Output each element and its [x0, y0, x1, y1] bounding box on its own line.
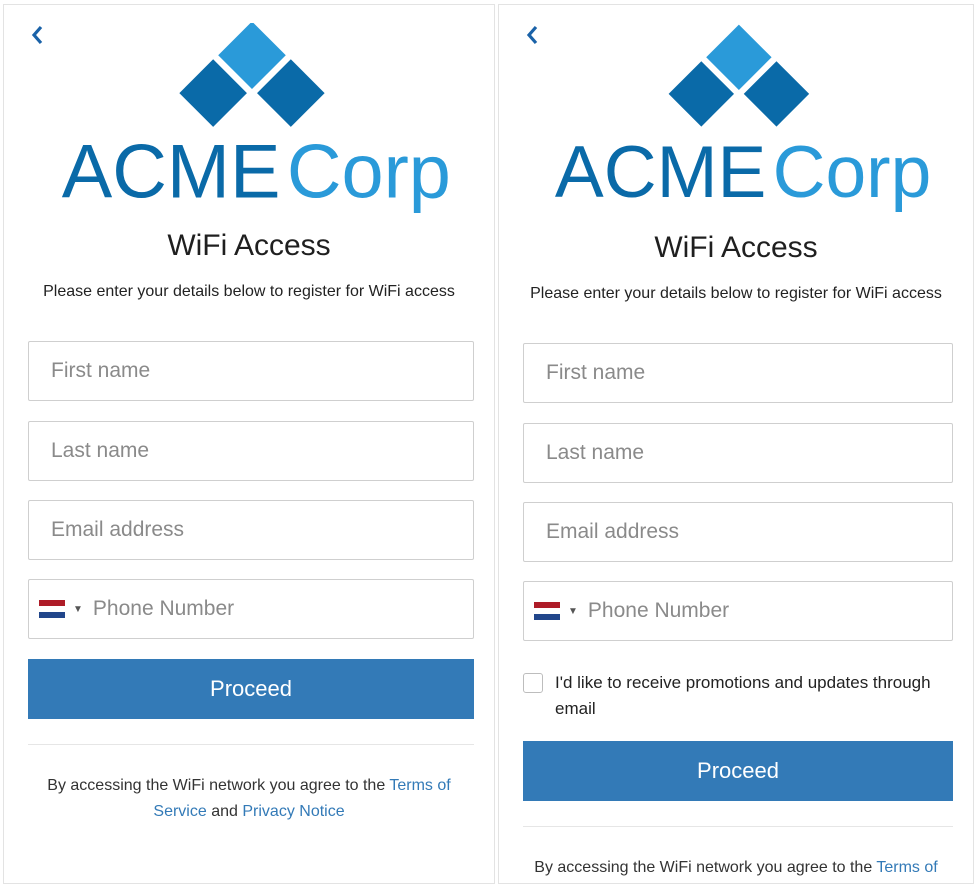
phone-field: ▼: [28, 579, 474, 639]
privacy-link[interactable]: Privacy Notice: [242, 803, 344, 820]
registration-panel-basic: ACME Corp WiFi Access Please enter your …: [3, 4, 495, 884]
acme-corp-logo: ACME Corp: [555, 24, 932, 213]
phone-field: ▼: [523, 581, 953, 641]
proceed-button[interactable]: Proceed: [28, 659, 474, 719]
promotions-checkbox[interactable]: [523, 673, 543, 693]
divider: [28, 744, 474, 745]
caret-down-icon: ▼: [73, 603, 83, 615]
legal-and: and: [211, 803, 238, 820]
page-subtitle: Please enter your details below to regis…: [43, 283, 455, 300]
last-name-field[interactable]: [28, 421, 474, 481]
phone-input[interactable]: [585, 581, 930, 641]
phone-input[interactable]: [90, 579, 451, 639]
first-name-field[interactable]: [523, 343, 953, 403]
netherlands-flag-icon: [534, 602, 560, 620]
last-name-field[interactable]: [523, 423, 953, 483]
legal-text: By accessing the WiFi network you agree …: [519, 855, 953, 883]
registration-panel-with-optin: ACME Corp WiFi Access Please enter your …: [498, 4, 974, 884]
caret-down-icon: ▼: [568, 605, 578, 617]
promotions-label: I'd like to receive promotions and updat…: [555, 673, 931, 718]
netherlands-flag-icon: [39, 600, 65, 618]
legal-prefix: By accessing the WiFi network you agree …: [47, 777, 386, 794]
country-selector[interactable]: ▼: [29, 580, 91, 638]
email-field[interactable]: [523, 502, 953, 562]
legal-text: By accessing the WiFi network you agree …: [24, 773, 474, 825]
first-name-field[interactable]: [28, 341, 474, 401]
page-subtitle: Please enter your details below to regis…: [530, 285, 942, 302]
proceed-button[interactable]: Proceed: [523, 741, 953, 801]
page-title: WiFi Access: [167, 229, 331, 262]
divider: [523, 826, 953, 827]
logo-word-acme: ACME: [555, 131, 767, 213]
email-field[interactable]: [28, 500, 474, 560]
acme-corp-logo: ACME Corp: [62, 23, 451, 213]
logo-word-corp: Corp: [773, 131, 932, 213]
logo-word-corp: Corp: [287, 130, 451, 213]
logo-word-acme: ACME: [62, 130, 281, 213]
page-title: WiFi Access: [654, 231, 818, 264]
country-selector[interactable]: ▼: [524, 582, 586, 640]
